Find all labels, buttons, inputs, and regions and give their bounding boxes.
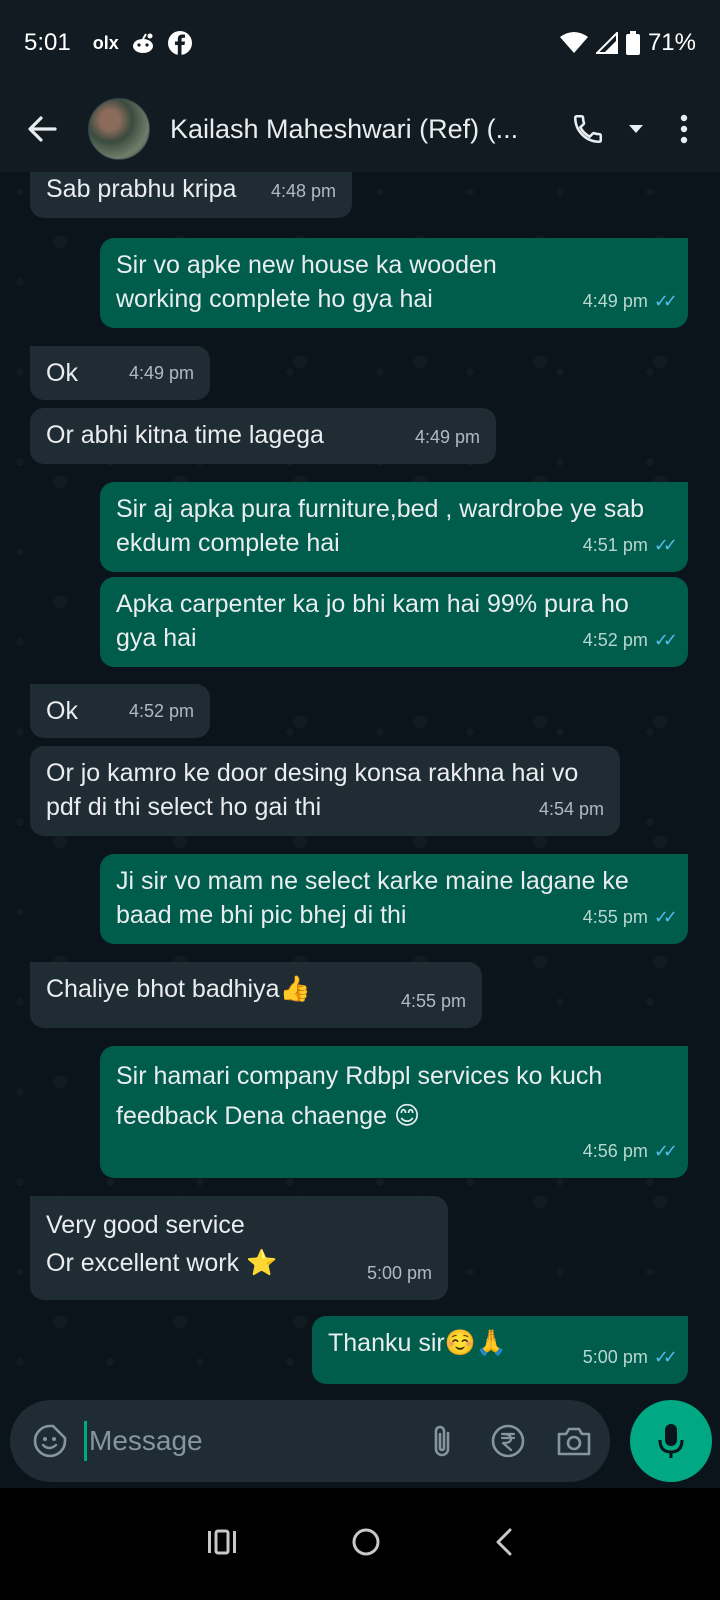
- status-bar: 5:01 olx 71%: [0, 0, 720, 86]
- message-text: Or abhi kitna time lagega: [46, 421, 324, 449]
- message-time: 4:49 pm: [128, 363, 194, 383]
- message-text: Chaliye bhot badhiya👍: [46, 975, 311, 1003]
- nav-back-icon: [496, 1528, 512, 1555]
- message-text: Ok: [46, 359, 78, 387]
- header-actions: [568, 109, 704, 149]
- message-outgoing[interactable]: Sir hamari company Rdbpl services ko kuc…: [100, 1046, 688, 1178]
- read-ticks-icon: ✓✓: [653, 907, 678, 927]
- message-time: 4:52 pm ✓✓: [583, 623, 678, 657]
- message-outgoing[interactable]: Sir aj apka pura furniture,bed , wardrob…: [100, 482, 688, 572]
- message-text: Ok: [46, 697, 78, 725]
- phone-icon: [573, 114, 603, 144]
- message-time: 4:56 pm ✓✓: [583, 1134, 678, 1168]
- back-button[interactable]: [22, 109, 62, 149]
- message-incoming[interactable]: Chaliye bhot badhiya👍 4:55 pm: [30, 962, 482, 1028]
- message-text: Thanku sir☺️🙏: [328, 1329, 507, 1357]
- battery-percent: 71%: [647, 29, 696, 56]
- status-right: 71%: [559, 29, 696, 57]
- voice-record-button[interactable]: [630, 1400, 712, 1482]
- message-list[interactable]: Sab prabhu kripa 4:48 pm Sir vo apke new…: [0, 172, 720, 1400]
- composer-actions: [422, 1421, 594, 1461]
- message-incoming[interactable]: Sab prabhu kripa 4:48 pm: [30, 172, 352, 218]
- olx-icon: olx: [92, 32, 119, 53]
- reddit-icon: [132, 33, 153, 53]
- message-incoming[interactable]: Or jo kamro ke door desing konsa rakhna …: [30, 746, 620, 836]
- message-outgoing[interactable]: Ji sir vo mam ne select karke maine laga…: [100, 854, 688, 944]
- message-outgoing[interactable]: Apka carpenter ka jo bhi kam hai 99% pur…: [100, 577, 688, 667]
- message-time: 5:00 pm ✓✓: [583, 1340, 678, 1374]
- call-options-button[interactable]: [624, 109, 648, 149]
- signal-icon: [595, 32, 618, 54]
- rupee-icon: [491, 1424, 525, 1458]
- back-arrow-icon: [28, 116, 57, 142]
- system-nav-bar: [0, 1488, 720, 1600]
- sticker-icon: [33, 1424, 67, 1458]
- more-options-button[interactable]: [664, 109, 704, 149]
- message-text: Sir hamari company Rdbpl services ko kuc…: [116, 1062, 603, 1130]
- emoji-button[interactable]: [30, 1421, 70, 1461]
- dropdown-icon: [629, 125, 643, 133]
- message-time: 5:00 pm: [366, 1263, 432, 1283]
- message-time: 4:48 pm: [270, 181, 336, 201]
- more-vert-icon: [680, 114, 688, 144]
- voice-call-button[interactable]: [568, 109, 608, 149]
- read-ticks-icon: ✓✓: [653, 1141, 678, 1161]
- message-time: 4:54 pm: [538, 799, 604, 819]
- recents-icon: [208, 1529, 237, 1554]
- battery-icon: [625, 31, 640, 55]
- read-ticks-icon: ✓✓: [653, 1347, 678, 1367]
- home-icon: [352, 1528, 380, 1555]
- notification-icons: olx: [93, 30, 193, 56]
- message-text: Sir aj apka pura furniture,bed , wardrob…: [116, 495, 645, 557]
- message-incoming[interactable]: Ok 4:52 pm: [30, 684, 210, 738]
- message-incoming[interactable]: Ok 4:49 pm: [30, 346, 210, 400]
- message-input[interactable]: Message: [84, 1421, 203, 1461]
- status-time: 5:01: [24, 29, 71, 56]
- message-time: 4:49 pm ✓✓: [583, 284, 678, 318]
- message-outgoing[interactable]: Sir vo apke new house ka wooden working …: [100, 238, 688, 328]
- home-button[interactable]: [351, 1527, 381, 1562]
- read-ticks-icon: ✓✓: [653, 535, 678, 555]
- message-time: 4:49 pm: [414, 427, 480, 447]
- message-composer: Message: [10, 1400, 610, 1482]
- message-text: Sab prabhu kripa: [46, 175, 237, 203]
- message-incoming[interactable]: Very good service Or excellent work ⭐ 5:…: [30, 1196, 448, 1300]
- attach-icon: [434, 1425, 450, 1457]
- message-time: 4:55 pm: [400, 991, 466, 1011]
- payment-button[interactable]: [488, 1421, 528, 1461]
- message-time: 4:55 pm ✓✓: [583, 900, 678, 934]
- mic-icon: [658, 1424, 684, 1458]
- facebook-icon: [167, 31, 192, 55]
- message-time: 4:51 pm ✓✓: [583, 528, 678, 562]
- chat-header: Kailash Maheshwari (Ref) (...: [0, 86, 720, 172]
- camera-button[interactable]: [554, 1421, 594, 1461]
- contact-name[interactable]: Kailash Maheshwari (Ref) (...: [170, 114, 550, 145]
- message-time: 4:52 pm: [128, 701, 194, 721]
- wifi-icon: [559, 32, 588, 53]
- recents-button[interactable]: [206, 1528, 238, 1561]
- nav-back-button[interactable]: [494, 1527, 514, 1562]
- read-ticks-icon: ✓✓: [653, 630, 678, 650]
- avatar[interactable]: [88, 98, 150, 160]
- camera-icon: [557, 1427, 591, 1456]
- message-outgoing[interactable]: Thanku sir☺️🙏 5:00 pm ✓✓: [312, 1316, 688, 1384]
- message-text: Or jo kamro ke door desing konsa rakhna …: [46, 759, 579, 821]
- attach-button[interactable]: [422, 1421, 462, 1461]
- read-ticks-icon: ✓✓: [653, 291, 678, 311]
- message-text: Sir vo apke new house ka wooden working …: [116, 251, 497, 313]
- message-incoming[interactable]: Or abhi kitna time lagega 4:49 pm: [30, 408, 496, 464]
